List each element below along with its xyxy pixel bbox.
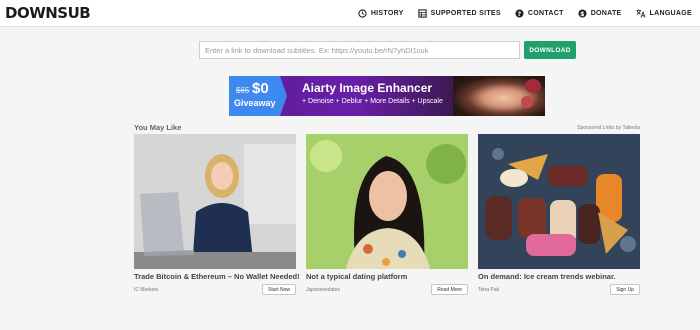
nav-donate-label: DONATE: [590, 10, 622, 17]
dollar-icon: $: [578, 9, 587, 18]
ad-flower-decor: [521, 96, 533, 108]
card-cta-button[interactable]: Start Now: [262, 284, 296, 295]
card-cta-button[interactable]: Sign Up: [610, 284, 640, 295]
woman-portrait-illustration: [306, 134, 468, 269]
you-may-like-heading: You May Like: [134, 123, 182, 132]
svg-text:$: $: [580, 11, 585, 18]
card-title[interactable]: Trade Bitcoin & Ethereum – No Wallet Nee…: [134, 272, 300, 281]
card-image-ice-cream[interactable]: [478, 134, 640, 269]
nav-donate[interactable]: $ DONATE: [578, 9, 622, 18]
translate-icon: [636, 9, 646, 18]
card-cta-button[interactable]: Read More: [431, 284, 468, 295]
recommend-card: On demand: Ice cream trends webinar. Tet…: [478, 134, 640, 296]
nav-history-label: HISTORY: [370, 10, 404, 17]
card-footer: Japanesedates Read More: [306, 284, 468, 296]
card-footer: IC Markets Start Now: [134, 284, 296, 296]
card-source: Japanesedates: [306, 287, 340, 293]
ad-banner[interactable]: $65 $0 Giveaway Aiarty Image Enhancer + …: [229, 76, 545, 116]
top-bar: DOWNSUB HISTORY SUPPORTED SITES ? CONTAC…: [0, 0, 700, 27]
nav-language-label: LANGUAGE: [649, 10, 692, 17]
nav-history[interactable]: HISTORY: [358, 9, 404, 18]
search-bar: DOWNLOAD: [199, 41, 576, 59]
question-icon: ?: [515, 9, 524, 18]
card-source: Tetra Pak: [478, 287, 500, 293]
ad-portrait-image: [453, 76, 545, 116]
svg-text:?: ?: [517, 11, 521, 18]
recommend-card: Not a typical dating platform Japaneseda…: [306, 134, 468, 296]
ad-title: Aiarty Image Enhancer: [302, 81, 433, 95]
download-button[interactable]: DOWNLOAD: [524, 41, 576, 59]
main-nav: HISTORY SUPPORTED SITES ? CONTACT $ DONA…: [344, 0, 692, 27]
ad-giveaway: Giveaway: [234, 98, 276, 108]
recommend-card: Trade Bitcoin & Ethereum – No Wallet Nee…: [134, 134, 300, 296]
card-source: IC Markets: [134, 287, 159, 293]
card-image-woman-portrait[interactable]: [306, 134, 468, 269]
ad-price: $0: [252, 80, 269, 97]
ad-old-price: $65: [236, 86, 250, 95]
card-title[interactable]: Not a typical dating platform: [306, 272, 468, 281]
sponsored-links-label[interactable]: Sponsored Links by Taboola: [577, 125, 640, 131]
card-footer: Tetra Pak Sign Up: [478, 284, 640, 296]
nav-supported-sites[interactable]: SUPPORTED SITES: [418, 9, 501, 18]
history-icon: [358, 9, 367, 18]
office-woman-illustration: [134, 134, 296, 269]
card-title[interactable]: On demand: Ice cream trends webinar.: [478, 272, 640, 281]
nav-language[interactable]: LANGUAGE: [636, 9, 692, 18]
card-image-office-woman[interactable]: [134, 134, 296, 269]
ad-features: + Denoise + Deblur + More Details + Upsc…: [302, 98, 443, 105]
url-input[interactable]: [199, 41, 520, 59]
nav-supported-sites-label: SUPPORTED SITES: [430, 10, 501, 17]
ad-flower-decor: [525, 79, 541, 93]
nav-contact-label: CONTACT: [527, 10, 564, 17]
logo[interactable]: DOWNSUB: [5, 4, 91, 22]
nav-contact[interactable]: ? CONTACT: [515, 9, 564, 18]
ice-cream-illustration: [478, 134, 640, 269]
grid-icon: [418, 9, 427, 18]
